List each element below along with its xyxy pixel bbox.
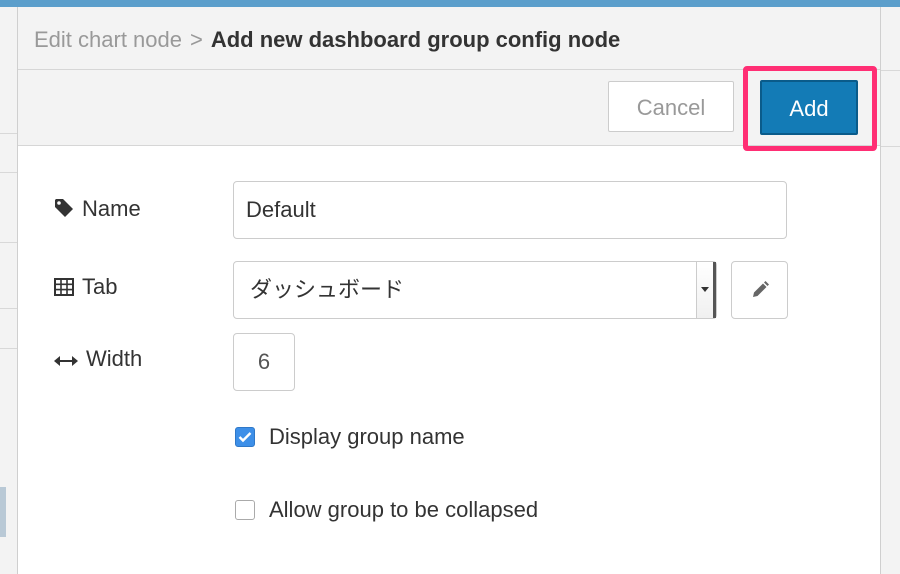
width-label-text: Width [86,346,143,371]
table-icon [54,278,74,296]
breadcrumb: Edit chart node > Add new dashboard group … [34,26,620,54]
add-button[interactable]: Add [760,80,858,135]
width-selector[interactable]: 6 [233,333,295,391]
chevron-down-icon[interactable] [696,262,716,318]
config-node-dialog: Edit chart node > Add new dashboard group … [18,7,880,574]
tab-label: Tab [54,273,117,301]
breadcrumb-separator: > [189,27,203,52]
dialog-title-bar: Edit chart node > Add new dashboard group … [18,7,880,70]
display-group-name-option[interactable]: Display group name [235,423,465,451]
edit-tab-button[interactable] [731,261,788,319]
check-icon [238,432,252,443]
name-label-text: Name [82,196,141,221]
name-input[interactable]: Default [233,181,787,239]
arrows-h-icon [54,356,78,366]
breadcrumb-current: Add new dashboard group config node [210,27,621,52]
tab-select-value: ダッシュボード [250,277,405,302]
window-top-bar [0,0,900,7]
allow-collapse-label: Allow group to be collapsed [269,497,539,522]
width-label: Width [54,345,142,373]
tag-icon [55,199,73,217]
tab-label-text: Tab [82,274,118,299]
display-group-name-checkbox[interactable] [235,427,255,447]
display-group-name-label: Display group name [269,424,465,449]
allow-collapse-option[interactable]: Allow group to be collapsed [235,496,538,524]
pencil-icon [753,281,769,297]
background-node-edge [0,487,6,537]
cancel-button[interactable]: Cancel [608,81,734,132]
tab-select[interactable]: ダッシュボード [233,261,717,319]
breadcrumb-parent[interactable]: Edit chart node [34,27,182,52]
allow-collapse-checkbox[interactable] [235,500,255,520]
dialog-button-bar: Cancel Add [18,66,880,151]
background-workspace-right [880,7,900,574]
name-label: Name [54,195,141,223]
background-workspace-left [0,7,18,574]
